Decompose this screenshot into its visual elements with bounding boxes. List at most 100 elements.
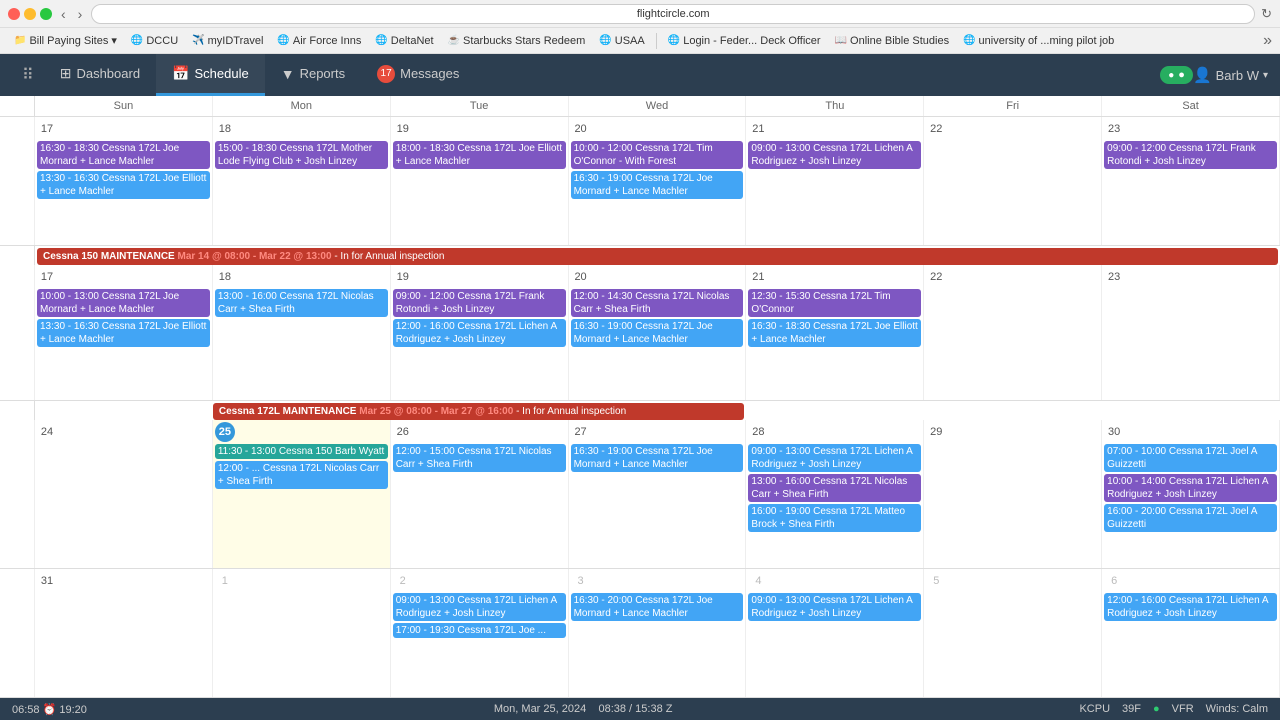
bookmark-separator bbox=[656, 33, 657, 49]
bookmark-myidtravel[interactable]: ✈️ myIDTravel bbox=[186, 33, 269, 49]
user-menu[interactable]: 👤 Barb W ▾ bbox=[1193, 66, 1268, 84]
address-bar[interactable]: flightcircle.com bbox=[91, 4, 1255, 24]
event-wed20-1[interactable]: 10:00 - 12:00 Cessna 172L Tim O'Connor -… bbox=[571, 141, 744, 169]
app-nav: ⠿ ⊞ Dashboard 📅 Schedule ▼ Reports 17 Me… bbox=[0, 54, 1280, 96]
refresh-icon[interactable]: ↻ bbox=[1261, 6, 1272, 22]
day-num-23: 23 bbox=[1104, 119, 1124, 139]
event-sun17b-2[interactable]: 13:30 - 16:30 Cessna 172L Joe Elliott + … bbox=[37, 319, 210, 347]
nav-dashboard[interactable]: ⊞ Dashboard bbox=[44, 54, 156, 96]
day-num-26: 26 bbox=[393, 422, 413, 442]
day-num-22: 22 bbox=[926, 119, 946, 139]
bookmark-bible[interactable]: 📖 Online Bible Studies bbox=[829, 33, 956, 49]
event-sun17-1[interactable]: 16:30 - 18:30 Cessna 172L Joe Mornard + … bbox=[37, 141, 210, 169]
bookmark-university[interactable]: 🌐 university of ...ming pilot job bbox=[957, 33, 1120, 49]
window-controls bbox=[8, 8, 52, 20]
day-num-23b: 23 bbox=[1104, 267, 1124, 287]
day-31-sun: 31 bbox=[35, 569, 213, 697]
toggle-icon: ● bbox=[1168, 70, 1174, 81]
user-icon: 👤 bbox=[1193, 66, 1212, 84]
nav-schedule[interactable]: 📅 Schedule bbox=[156, 54, 265, 96]
close-btn[interactable] bbox=[8, 8, 20, 20]
event-mon25-2[interactable]: 12:00 - ... Cessna 172L Nicolas Carr + S… bbox=[215, 461, 388, 489]
day-num-22b: 22 bbox=[926, 267, 946, 287]
day-num-21b: 21 bbox=[748, 267, 768, 287]
globe-icon4: 🌐 bbox=[599, 35, 611, 46]
event-mon18b-1[interactable]: 13:00 - 16:00 Cessna 172L Nicolas Carr +… bbox=[215, 289, 388, 317]
bookmark-deltanet[interactable]: 🌐 DeltaNet bbox=[369, 33, 439, 49]
nav-reports[interactable]: ▼ Reports bbox=[265, 54, 361, 96]
bookmark-dccu[interactable]: 🌐 DCCU bbox=[125, 33, 184, 49]
day-19b-tue: 19 09:00 - 12:00 Cessna 172L Frank Roton… bbox=[391, 265, 569, 400]
day-num-apr3: 3 bbox=[571, 571, 591, 591]
event-sat30-2[interactable]: 10:00 - 14:00 Cessna 172L Lichen A Rodri… bbox=[1104, 474, 1277, 502]
event-apr3-1[interactable]: 16:30 - 20:00 Cessna 172L Joe Mornard + … bbox=[571, 593, 744, 621]
day-num-apr5: 5 bbox=[926, 571, 946, 591]
event-tue19b-2[interactable]: 12:00 - 16:00 Cessna 172L Lichen A Rodri… bbox=[393, 319, 566, 347]
status-time1: 06:58 ⏰ 19:20 bbox=[12, 703, 87, 716]
event-thu28-2[interactable]: 13:00 - 16:00 Cessna 172L Nicolas Carr +… bbox=[748, 474, 921, 502]
day-num-apr2: 2 bbox=[393, 571, 413, 591]
event-mon18-1[interactable]: 15:00 - 18:30 Cessna 172L Mother Lode Fl… bbox=[215, 141, 388, 169]
bookmarks-more-btn[interactable]: » bbox=[1263, 32, 1272, 50]
calendar-week4: 31 1 2 09:00 - 13:00 Cessna 172L Lichen … bbox=[0, 569, 1280, 698]
day-23b-sat: 23 bbox=[1102, 265, 1280, 400]
week-num-3 bbox=[0, 420, 35, 568]
week-num-4 bbox=[0, 569, 35, 697]
event-sun17-2[interactable]: 13:30 - 16:30 Cessna 172L Joe Elliott + … bbox=[37, 171, 210, 199]
globe-icon2: 🌐 bbox=[277, 35, 289, 46]
grid-menu-btn[interactable]: ⠿ bbox=[12, 65, 44, 85]
nav-messages[interactable]: 17 Messages bbox=[361, 54, 475, 96]
event-wed27-1[interactable]: 16:30 - 19:00 Cessna 172L Joe Mornard + … bbox=[571, 444, 744, 472]
event-apr2-2[interactable]: 17:00 - 19:30 Cessna 172L Joe ... bbox=[393, 623, 566, 638]
event-thu21-1[interactable]: 09:00 - 13:00 Cessna 172L Lichen A Rodri… bbox=[748, 141, 921, 169]
day-22b-fri: 22 bbox=[924, 265, 1102, 400]
browser-chrome: ‹ › flightcircle.com ↻ bbox=[0, 0, 1280, 28]
bookmark-login-feder[interactable]: 🌐 Login - Feder... Deck Officer bbox=[662, 33, 827, 49]
event-tue19b-1[interactable]: 09:00 - 12:00 Cessna 172L Frank Rotondi … bbox=[393, 289, 566, 317]
event-sun17b-1[interactable]: 10:00 - 13:00 Cessna 172L Joe Mornard + … bbox=[37, 289, 210, 317]
day-num-apr1: 1 bbox=[215, 571, 235, 591]
status-toggle[interactable]: ● ● bbox=[1160, 66, 1193, 84]
bookmark-usaa[interactable]: 🌐 USAA bbox=[593, 33, 650, 49]
event-wed20-2[interactable]: 16:30 - 19:00 Cessna 172L Joe Mornard + … bbox=[571, 171, 744, 199]
back-btn[interactable]: ‹ bbox=[58, 6, 69, 22]
event-thu21b-1[interactable]: 12:30 - 15:30 Cessna 172L Tim O'Connor bbox=[748, 289, 921, 317]
maximize-btn[interactable] bbox=[40, 8, 52, 20]
calendar: Sun Mon Tue Wed Thu Fri Sat 17 16:30 - 1… bbox=[0, 96, 1280, 698]
user-dropdown-arrow: ▾ bbox=[1263, 70, 1268, 81]
cessna172l-maintenance-banner[interactable]: Cessna 172L MAINTENANCE Mar 25 @ 08:00 -… bbox=[213, 403, 745, 420]
event-sat30-3[interactable]: 16:00 - 20:00 Cessna 172L Joel A Guizzet… bbox=[1104, 504, 1277, 532]
day-21-thu: 21 09:00 - 13:00 Cessna 172L Lichen A Ro… bbox=[746, 117, 924, 245]
day-4-thu: 4 09:00 - 13:00 Cessna 172L Lichen A Rod… bbox=[746, 569, 924, 697]
header-tue: Tue bbox=[391, 96, 569, 116]
minimize-btn[interactable] bbox=[24, 8, 36, 20]
day-num-30: 30 bbox=[1104, 422, 1124, 442]
header-thu: Thu bbox=[746, 96, 924, 116]
event-tue26-1[interactable]: 12:00 - 15:00 Cessna 172L Nicolas Carr +… bbox=[393, 444, 566, 472]
event-tue19-1[interactable]: 18:00 - 18:30 Cessna 172L Joe Elliott + … bbox=[393, 141, 566, 169]
bookmarks-bar: 📁 Bill Paying Sites ▾ 🌐 DCCU ✈️ myIDTrav… bbox=[0, 28, 1280, 54]
day-19-tue: 19 18:00 - 18:30 Cessna 172L Joe Elliott… bbox=[391, 117, 569, 245]
day-num-29: 29 bbox=[926, 422, 946, 442]
day-22-fri: 22 bbox=[924, 117, 1102, 245]
day-5-fri: 5 bbox=[924, 569, 1102, 697]
day-20-wed: 20 10:00 - 12:00 Cessna 172L Tim O'Conno… bbox=[569, 117, 747, 245]
status-left: 06:58 ⏰ 19:20 bbox=[12, 703, 87, 716]
event-wed20b-1[interactable]: 12:00 - 14:30 Cessna 172L Nicolas Carr +… bbox=[571, 289, 744, 317]
event-mon25-1[interactable]: 11:30 - 13:00 Cessna 150 Barb Wyatt bbox=[215, 444, 388, 459]
event-thu28-1[interactable]: 09:00 - 13:00 Cessna 172L Lichen A Rodri… bbox=[748, 444, 921, 472]
event-wed20b-2[interactable]: 16:30 - 19:00 Cessna 172L Joe Mornard + … bbox=[571, 319, 744, 347]
bookmark-starbucks[interactable]: ☕ Starbucks Stars Redeem bbox=[442, 33, 592, 49]
event-thu28-3[interactable]: 16:00 - 19:00 Cessna 172L Matteo Brock +… bbox=[748, 504, 921, 532]
event-thu21b-2[interactable]: 16:30 - 18:30 Cessna 172L Joe Elliott + … bbox=[748, 319, 921, 347]
day-num-19b: 19 bbox=[393, 267, 413, 287]
cessna150-maintenance-banner[interactable]: Cessna 150 MAINTENANCE Mar 14 @ 08:00 - … bbox=[37, 248, 1278, 265]
forward-btn[interactable]: › bbox=[75, 6, 86, 22]
event-apr2-1[interactable]: 09:00 - 13:00 Cessna 172L Lichen A Rodri… bbox=[393, 593, 566, 621]
bookmark-afinn[interactable]: 🌐 Air Force Inns bbox=[271, 33, 367, 49]
event-apr6-1[interactable]: 12:00 - 16:00 Cessna 172L Lichen A Rodri… bbox=[1104, 593, 1277, 621]
event-sat23-1[interactable]: 09:00 - 12:00 Cessna 172L Frank Rotondi … bbox=[1104, 141, 1277, 169]
bookmark-bill-paying[interactable]: 📁 Bill Paying Sites ▾ bbox=[8, 32, 123, 49]
event-apr4-1[interactable]: 09:00 - 13:00 Cessna 172L Lichen A Rodri… bbox=[748, 593, 921, 621]
event-sat30-1[interactable]: 07:00 - 10:00 Cessna 172L Joel A Guizzet… bbox=[1104, 444, 1277, 472]
